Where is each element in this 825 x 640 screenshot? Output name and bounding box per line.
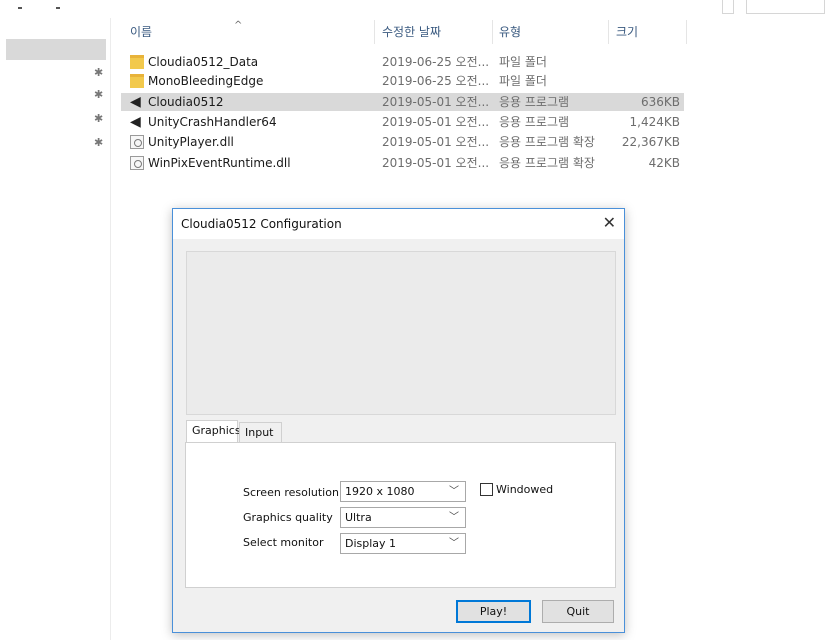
windowed-label[interactable]: Windowed (496, 483, 553, 496)
file-row[interactable]: UnityPlayer.dll 2019-05-01 오전... 응용 프로그램… (121, 133, 684, 151)
select-monitor-label: Select monitor (243, 536, 324, 549)
pin-icon: ✱ (94, 112, 104, 125)
graphics-panel: Screen resolution 1920 x 1080 ﹀ Windowed… (185, 442, 616, 588)
file-type: 응용 프로그램 확장 (499, 156, 595, 170)
file-row[interactable]: ◀ UnityCrashHandler64 2019-05-01 오전... 응… (121, 113, 684, 131)
screen-resolution-value: 1920 x 1080 (345, 485, 415, 498)
column-header-name[interactable]: 이름 (130, 18, 152, 46)
unity-app-icon: ◀ (130, 94, 141, 110)
pin-icon: ✱ (94, 136, 104, 149)
file-size: 42KB (648, 156, 680, 170)
screen-resolution-label: Screen resolution (243, 486, 339, 499)
file-row[interactable]: MonoBleedingEdge 2019-06-25 오전... 파일 폴더 (121, 72, 684, 90)
file-name: UnityCrashHandler64 (148, 115, 277, 129)
select-monitor-select[interactable]: Display 1 ﹀ (340, 533, 466, 554)
screen-resolution-select[interactable]: 1920 x 1080 ﹀ (340, 481, 466, 502)
quit-button[interactable]: Quit (542, 600, 614, 623)
pin-icon: ✱ (94, 88, 104, 101)
banner-image-area (186, 251, 616, 415)
navigation-pane: ✱ ✱ ✱ ✱ (0, 18, 111, 640)
file-date: 2019-05-01 오전... (382, 95, 490, 109)
file-date: 2019-05-01 오전... (382, 115, 490, 129)
column-header-size[interactable]: 크기 (616, 18, 638, 46)
file-type: 응용 프로그램 (499, 115, 570, 129)
file-size: 22,367KB (621, 135, 680, 149)
unity-app-icon: ◀ (130, 114, 141, 130)
dll-icon (130, 156, 144, 170)
configuration-dialog: Cloudia0512 Configuration ✕ Graphics Inp… (172, 208, 625, 633)
file-type: 파일 폴더 (499, 74, 547, 88)
column-divider[interactable] (374, 20, 375, 44)
file-size: 1,424KB (629, 115, 680, 129)
pin-icon: ✱ (94, 66, 104, 79)
title-dash (56, 7, 60, 9)
file-name: Cloudia0512 (148, 95, 224, 109)
sort-ascending-icon: ^ (234, 20, 243, 31)
select-monitor-value: Display 1 (345, 537, 397, 550)
chevron-down-icon: ﹀ (449, 538, 459, 549)
title-dash (18, 7, 22, 9)
file-date: 2019-05-01 오전... (382, 135, 490, 149)
file-type: 파일 폴더 (499, 55, 547, 69)
file-date: 2019-05-01 오전... (382, 156, 490, 170)
column-header-date[interactable]: 수정한 날짜 (382, 18, 441, 46)
file-date: 2019-06-25 오전... (382, 74, 490, 88)
column-divider[interactable] (686, 20, 687, 44)
file-name: WinPixEventRuntime.dll (148, 156, 291, 170)
play-button[interactable]: Play! (456, 600, 531, 623)
file-name: Cloudia0512_Data (148, 55, 259, 69)
file-row[interactable]: WinPixEventRuntime.dll 2019-05-01 오전... … (121, 154, 684, 172)
window-top-strip (0, 0, 825, 18)
column-header-type[interactable]: 유형 (499, 18, 521, 46)
tab-graphics[interactable]: Graphics (186, 420, 241, 443)
file-type: 응용 프로그램 (499, 95, 570, 109)
file-name: UnityPlayer.dll (148, 135, 234, 149)
column-divider[interactable] (608, 20, 609, 44)
file-size: 636KB (640, 95, 680, 109)
column-divider[interactable] (492, 20, 493, 44)
windowed-checkbox[interactable] (480, 483, 493, 496)
nav-selected-item[interactable] (6, 39, 106, 60)
tab-input[interactable]: Input (239, 422, 282, 443)
dialog-title-bar[interactable]: Cloudia0512 Configuration ✕ (173, 209, 624, 239)
folder-icon (130, 55, 144, 69)
chevron-down-icon: ﹀ (449, 512, 459, 523)
file-date: 2019-06-25 오전... (382, 55, 490, 69)
dll-icon (130, 135, 144, 149)
file-type: 응용 프로그램 확장 (499, 135, 595, 149)
file-name: MonoBleedingEdge (148, 74, 264, 88)
search-box[interactable] (746, 0, 825, 14)
chevron-down-icon: ﹀ (449, 486, 459, 497)
graphics-quality-value: Ultra (345, 511, 372, 524)
dialog-title: Cloudia0512 Configuration (181, 217, 342, 231)
scroll-button[interactable] (722, 0, 734, 14)
close-icon[interactable]: ✕ (603, 214, 616, 232)
graphics-quality-select[interactable]: Ultra ﹀ (340, 507, 466, 528)
graphics-quality-label: Graphics quality (243, 511, 333, 524)
file-row[interactable]: Cloudia0512_Data 2019-06-25 오전... 파일 폴더 (121, 53, 684, 71)
folder-icon (130, 74, 144, 88)
file-row-selected[interactable]: ◀ Cloudia0512 2019-05-01 오전... 응용 프로그램 6… (121, 93, 684, 111)
